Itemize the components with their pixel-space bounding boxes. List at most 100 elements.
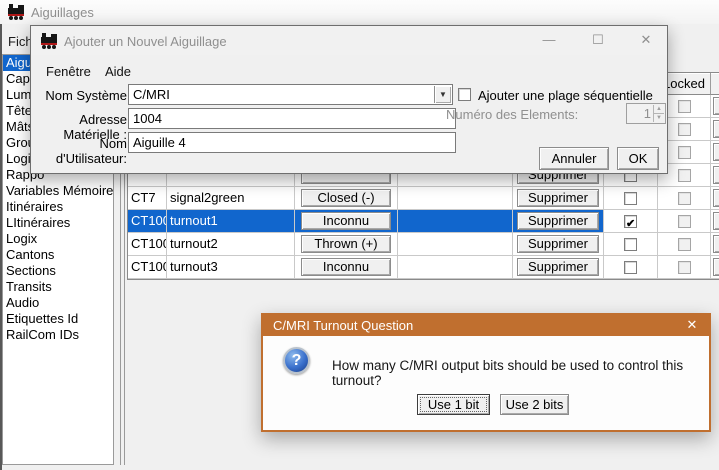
cell-user-name[interactable]: turnout2 <box>167 233 295 256</box>
cell-system-name[interactable]: CT1003 <box>128 256 167 279</box>
elements-count-label: Numéro des Elements: <box>446 107 578 123</box>
turnout-state-button[interactable]: Thrown (+) <box>301 235 391 253</box>
row-checkbox[interactable] <box>624 238 637 251</box>
locked-checkbox[interactable] <box>678 123 691 136</box>
cell-locked <box>658 210 711 233</box>
clipped-button[interactable] <box>713 258 719 276</box>
clipped-button[interactable] <box>713 97 719 115</box>
question-dialog-title: C/MRI Turnout Question <box>273 318 413 333</box>
row-checkbox[interactable] <box>624 215 637 228</box>
table-row: CT1002turnout2 Thrown (+) Supprimer <box>128 233 719 256</box>
clipped-button[interactable] <box>713 235 719 253</box>
table-row: CT7signal2green Closed (-) Supprimer <box>128 187 719 210</box>
sidebar-item[interactable]: Cantons <box>3 247 113 263</box>
main-window-title: Aiguillages <box>31 5 94 20</box>
clipped-button[interactable] <box>713 189 719 207</box>
locked-checkbox[interactable] <box>678 146 691 159</box>
locked-checkbox[interactable] <box>678 192 691 205</box>
elements-count-value: 1 <box>644 106 651 121</box>
cell-system-name[interactable]: CT1001 <box>128 210 167 233</box>
cell-delete: Supprimer <box>513 233 604 256</box>
delete-button[interactable]: Supprimer <box>517 189 599 207</box>
delete-button[interactable]: Supprimer <box>517 235 599 253</box>
jmri-train-icon <box>40 32 58 50</box>
cell-delete: Supprimer <box>513 187 604 210</box>
cell-system-name[interactable]: CT7 <box>128 187 167 210</box>
cmri-question-dialog: C/MRI Turnout Question ✕ ? How many C/MR… <box>261 313 711 432</box>
minimize-button[interactable]: — <box>535 30 563 50</box>
clipped-button[interactable] <box>713 166 719 184</box>
table-row: CT1003turnout3 Inconnu Supprimer <box>128 256 719 279</box>
turnout-state-button[interactable]: Inconnu <box>301 212 391 230</box>
spinner-arrows[interactable]: ▲ ▼ <box>653 105 664 122</box>
maximize-button[interactable]: ☐ <box>584 30 612 50</box>
locked-checkbox[interactable] <box>678 169 691 182</box>
ok-button[interactable]: OK <box>617 147 659 170</box>
cell-inverted <box>604 233 658 256</box>
cell-user-name[interactable]: turnout1 <box>167 210 295 233</box>
col-header-clipped[interactable] <box>711 73 719 95</box>
cell-comment[interactable] <box>398 233 513 256</box>
cell-inverted <box>604 256 658 279</box>
sidebar-item[interactable]: Transits <box>3 279 113 295</box>
menu-fenetre[interactable]: Fenêtre <box>46 64 91 79</box>
cell-comment[interactable] <box>398 187 513 210</box>
locked-checkbox[interactable] <box>678 238 691 251</box>
system-name-combobox[interactable]: C/MRI ▼ <box>128 84 453 105</box>
row-checkbox[interactable] <box>624 261 637 274</box>
menu-aide[interactable]: Aide <box>105 64 131 79</box>
cell-comment[interactable] <box>398 256 513 279</box>
clipped-button[interactable] <box>713 212 719 230</box>
clipped-button[interactable] <box>713 143 719 161</box>
cell-state: Thrown (+) <box>295 233 398 256</box>
hardware-address-field[interactable]: 1004 <box>128 108 456 129</box>
locked-checkbox[interactable] <box>678 261 691 274</box>
system-name-label: Nom Système <box>31 88 127 103</box>
cancel-button[interactable]: Annuler <box>539 147 609 170</box>
use-2-bits-button[interactable]: Use 2 bits <box>500 394 569 415</box>
question-mark-icon: ? <box>283 347 310 374</box>
cell-clipped <box>711 233 719 256</box>
clipped-button[interactable] <box>713 120 719 138</box>
cell-delete: Supprimer <box>513 210 604 233</box>
locked-checkbox[interactable] <box>678 100 691 113</box>
cell-state: Inconnu <box>295 210 398 233</box>
spin-down-icon[interactable]: ▼ <box>654 114 664 122</box>
spin-up-icon[interactable]: ▲ <box>654 105 664 114</box>
chevron-down-icon[interactable]: ▼ <box>434 86 451 103</box>
cell-inverted <box>604 187 658 210</box>
question-message: How many C/MRI output bits should be use… <box>332 358 709 388</box>
close-icon[interactable]: ✕ <box>683 317 701 333</box>
user-name-field[interactable]: Aiguille 4 <box>128 132 456 153</box>
cell-delete: Supprimer <box>513 256 604 279</box>
use-1-bit-button[interactable]: Use 1 bit <box>417 394 490 415</box>
cell-inverted <box>604 210 658 233</box>
sidebar-item[interactable]: Sections <box>3 263 113 279</box>
cell-system-name[interactable]: CT1002 <box>128 233 167 256</box>
turnout-state-button[interactable]: Inconnu <box>301 258 391 276</box>
sidebar-item[interactable]: Variables Mémoires <box>3 183 113 199</box>
elements-count-spinner[interactable]: 1 ▲ ▼ <box>626 103 666 124</box>
turnout-state-button[interactable]: Closed (-) <box>301 189 391 207</box>
cell-locked <box>658 233 711 256</box>
cell-user-name[interactable]: signal2green <box>167 187 295 210</box>
cell-clipped <box>711 256 719 279</box>
jmri-app-screen: Aiguillages Fichi AiguillCapteLumièTêtes… <box>0 0 719 470</box>
sidebar-item[interactable]: RailCom IDs <box>3 327 113 343</box>
sidebar-item[interactable]: LItinéraires <box>3 215 113 231</box>
locked-checkbox[interactable] <box>678 215 691 228</box>
sidebar-item[interactable]: Etiquettes Id <box>3 311 113 327</box>
delete-button[interactable]: Supprimer <box>517 258 599 276</box>
row-checkbox[interactable] <box>624 192 637 205</box>
sidebar-item[interactable]: Itinéraires <box>3 199 113 215</box>
cell-user-name[interactable]: turnout3 <box>167 256 295 279</box>
cell-comment[interactable] <box>398 210 513 233</box>
close-button[interactable]: ✕ <box>632 30 660 50</box>
delete-button[interactable]: Supprimer <box>517 212 599 230</box>
cell-locked <box>658 256 711 279</box>
sequential-range-checkbox[interactable] <box>458 88 471 101</box>
cell-clipped <box>711 187 719 210</box>
sidebar-item[interactable]: Audio <box>3 295 113 311</box>
sidebar-item[interactable]: Logix <box>3 231 113 247</box>
cell-clipped <box>711 141 719 164</box>
